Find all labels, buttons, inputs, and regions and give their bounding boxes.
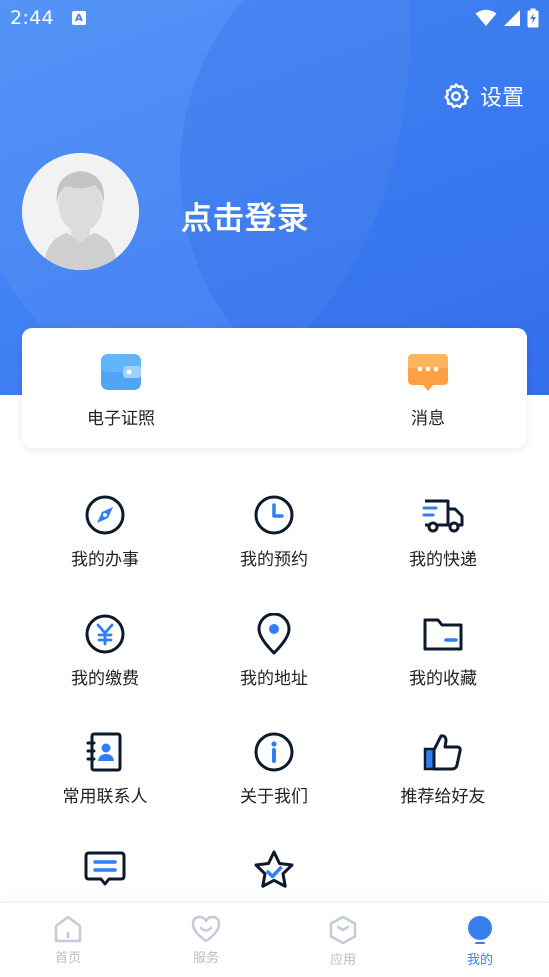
menu-item-label: 我的办事 bbox=[71, 550, 139, 570]
truck-icon bbox=[422, 499, 464, 533]
tab-label: 应用 bbox=[329, 953, 356, 968]
menu-item-my-appointments[interactable]: 我的预约 bbox=[194, 493, 354, 570]
bottom-tab-bar: 首页 服务 应用 我的 bbox=[0, 902, 549, 977]
quick-item-e-license[interactable]: 电子证照 bbox=[51, 352, 191, 429]
menu-item-my-address[interactable]: 我的地址 bbox=[194, 612, 354, 689]
menu-item-my-payments[interactable]: 我的缴费 bbox=[25, 612, 185, 689]
feedback-icon bbox=[84, 851, 126, 886]
menu-item-rate[interactable] bbox=[194, 848, 354, 900]
menu-item-contacts[interactable]: 常用联系人 bbox=[25, 730, 185, 807]
home-icon bbox=[54, 915, 82, 943]
info-icon bbox=[254, 732, 294, 772]
tab-label: 首页 bbox=[54, 951, 81, 966]
menu-item-label: 我的地址 bbox=[240, 669, 308, 689]
status-bar: 2:44 A bbox=[0, 0, 549, 36]
quick-item-label: 消息 bbox=[411, 409, 445, 429]
login-prompt[interactable]: 点击登录 bbox=[181, 193, 309, 238]
menu-item-label: 关于我们 bbox=[240, 787, 308, 807]
heart-icon bbox=[191, 915, 221, 943]
box-icon bbox=[329, 915, 357, 945]
tab-label: 服务 bbox=[192, 951, 219, 966]
status-icons bbox=[475, 8, 539, 28]
quick-item-label: 电子证照 bbox=[87, 409, 155, 429]
menu-item-label: 常用联系人 bbox=[62, 787, 148, 807]
tab-profile[interactable]: 我的 bbox=[440, 915, 520, 968]
folder-icon bbox=[423, 618, 463, 651]
menu-item-label: 推荐给好友 bbox=[400, 787, 486, 807]
quick-access-card: 电子证照 消息 bbox=[22, 328, 527, 448]
yen-icon bbox=[85, 614, 125, 654]
message-icon bbox=[408, 354, 448, 391]
signal-icon bbox=[504, 10, 520, 26]
compass-icon bbox=[85, 495, 125, 535]
menu-item-recommend[interactable]: 推荐给好友 bbox=[363, 730, 523, 807]
settings-label: 设置 bbox=[480, 86, 525, 111]
tab-apps[interactable]: 应用 bbox=[303, 915, 383, 968]
battery-icon bbox=[527, 8, 539, 28]
thumbs-up-icon bbox=[423, 734, 462, 771]
menu-item-feedback[interactable] bbox=[25, 848, 185, 900]
profile-icon bbox=[468, 916, 492, 944]
status-time: 2:44 bbox=[10, 7, 54, 29]
notification-a-icon: A bbox=[71, 11, 86, 25]
location-pin-icon bbox=[257, 613, 291, 655]
tab-label: 我的 bbox=[466, 953, 493, 968]
tab-home[interactable]: 首页 bbox=[28, 915, 108, 966]
wifi-icon bbox=[475, 9, 497, 26]
menu-item-label: 我的快递 bbox=[409, 550, 477, 570]
default-user-icon bbox=[22, 153, 139, 270]
menu-item-label: 我的预约 bbox=[240, 550, 308, 570]
wallet-icon bbox=[101, 354, 141, 390]
gear-icon bbox=[444, 83, 469, 109]
star-icon bbox=[254, 850, 294, 888]
menu-item-my-favorites[interactable]: 我的收藏 bbox=[363, 612, 523, 689]
menu-item-label: 我的收藏 bbox=[409, 669, 477, 689]
menu-item-my-affairs[interactable]: 我的办事 bbox=[25, 493, 185, 570]
avatar[interactable] bbox=[22, 153, 139, 270]
quick-item-messages[interactable]: 消息 bbox=[358, 352, 498, 429]
menu-item-my-deliveries[interactable]: 我的快递 bbox=[363, 493, 523, 570]
clock-icon bbox=[254, 495, 294, 535]
contacts-icon bbox=[86, 732, 122, 772]
menu-item-about-us[interactable]: 关于我们 bbox=[194, 730, 354, 807]
tab-services[interactable]: 服务 bbox=[166, 915, 246, 966]
settings-button[interactable]: 设置 bbox=[442, 80, 524, 112]
menu-item-label: 我的缴费 bbox=[71, 669, 139, 689]
